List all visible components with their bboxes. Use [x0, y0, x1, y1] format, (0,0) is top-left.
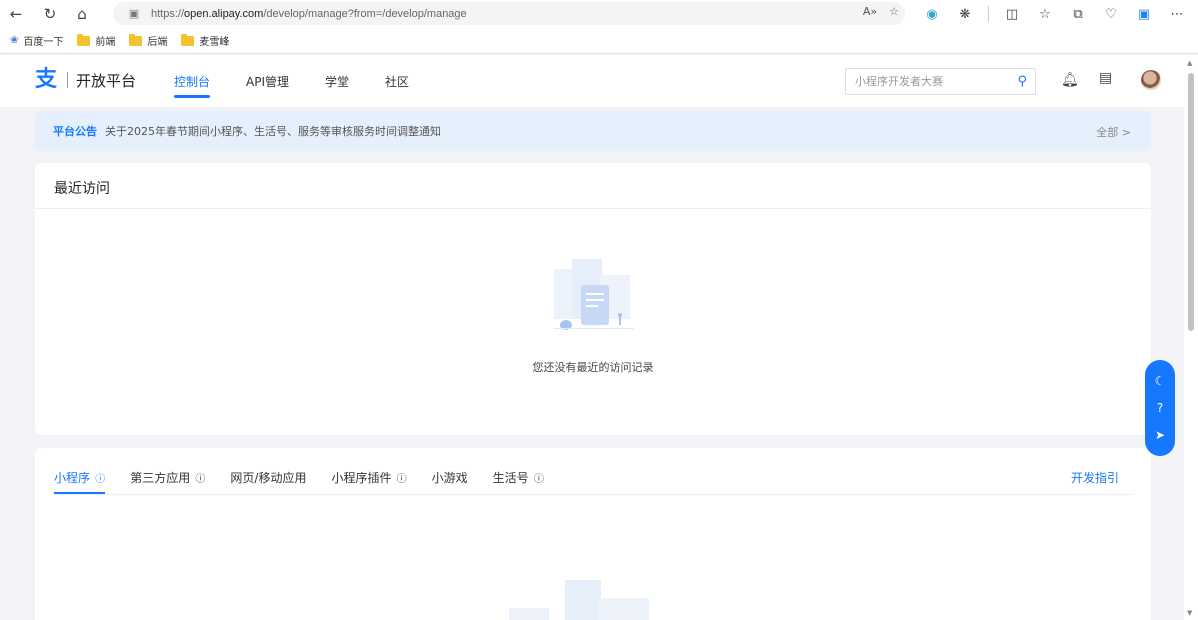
tab-life-account[interactable]: 生活号 ⓘ [493, 469, 544, 495]
search-input[interactable] [855, 75, 1015, 88]
copilot-icon[interactable]: ❋ [955, 4, 975, 24]
tab-third-party[interactable]: 第三方应用 ⓘ [130, 469, 205, 495]
more-icon[interactable]: ⋯ [1167, 4, 1187, 24]
paw-icon: ❀ [10, 35, 19, 46]
url-text[interactable]: https://open.alipay.com/develop/manage?f… [151, 8, 467, 20]
empty-state-icon [509, 580, 649, 620]
card-divider [35, 208, 1151, 209]
site-header: 支 开放平台 控制台 API管理 学堂 社区 ⚲ 🔔︎ ▤ [0, 55, 1184, 107]
announcement-bar[interactable]: 平台公告 关于2025年春节期间小程序、生活号、服务等审核服务时间调整通知 全部… [35, 111, 1151, 151]
refresh-icon[interactable]: ↻ [40, 4, 60, 24]
alipay-logo-icon[interactable]: 支 [35, 67, 59, 93]
announcement-text[interactable]: 关于2025年春节期间小程序、生活号、服务等审核服务时间调整通知 [105, 123, 441, 139]
announcement-tag: 平台公告 [53, 125, 97, 138]
nav-community[interactable]: 社区 [385, 73, 409, 99]
tab-web-mobile[interactable]: 网页/移动应用 [230, 469, 306, 495]
feedback-icon[interactable]: ➤ [1152, 427, 1168, 443]
nav-school[interactable]: 学堂 [325, 73, 349, 99]
back-icon[interactable]: ← [6, 4, 26, 24]
info-icon[interactable]: ⓘ [393, 474, 407, 485]
edge-icon[interactable]: ▣ [1134, 4, 1154, 24]
planet-icon[interactable]: ☾ [1152, 373, 1168, 389]
document-icon[interactable]: ▤ [1099, 70, 1115, 88]
app-tabs: 小程序 ⓘ 第三方应用 ⓘ 网页/移动应用 小程序插件 ⓘ 小游戏 生活号 ⓘ [54, 469, 569, 495]
lock-icon[interactable]: ▣ [127, 7, 141, 21]
tab-miniprogram[interactable]: 小程序 ⓘ [54, 469, 106, 495]
recent-visits-title: 最近访问 [54, 181, 110, 197]
tab-minigame[interactable]: 小游戏 [432, 469, 468, 495]
tabs-divider [54, 494, 1134, 495]
bookmarks-bar: ❀ 百度一下 前端 后端 麦雪峰 [0, 28, 1198, 54]
nav-console[interactable]: 控制台 [174, 73, 211, 99]
bell-icon[interactable]: 🔔︎ [1061, 72, 1079, 90]
extension-icon[interactable]: ◉ [922, 4, 942, 24]
page-content: 支 开放平台 控制台 API管理 学堂 社区 ⚲ 🔔︎ ▤ 平台公告 关于202… [0, 55, 1184, 620]
search-icon[interactable]: ⚲ [1017, 74, 1027, 89]
apps-card: 小程序 ⓘ 第三方应用 ⓘ 网页/移动应用 小程序插件 ⓘ 小游戏 生活号 ⓘ … [35, 448, 1151, 620]
bookmark-baidu[interactable]: ❀ 百度一下 [10, 33, 63, 48]
bookmark-maixuefeng[interactable]: 麦雪峰 [181, 33, 229, 48]
folder-icon [77, 33, 91, 46]
split-icon[interactable]: ◫ [1002, 4, 1022, 24]
scrollbar-thumb[interactable] [1188, 73, 1194, 331]
scrollbar[interactable]: ▲ ▼ [1184, 55, 1198, 620]
collections-icon[interactable]: ⧉ [1068, 4, 1088, 24]
bookmark-backend[interactable]: 后端 [129, 33, 167, 48]
empty-state-icon [554, 259, 634, 330]
scroll-down-icon[interactable]: ▼ [1187, 609, 1192, 617]
toolbar-divider [988, 6, 989, 22]
favorite-icon[interactable]: ☆ [889, 5, 899, 18]
floating-toolbar: ☾ ? ➤ [1145, 360, 1175, 456]
recent-visits-card: 最近访问 您还没有最近的访问记录 [35, 163, 1151, 435]
read-aloud-icon[interactable]: A» [863, 5, 877, 18]
info-icon[interactable]: ⓘ [192, 474, 205, 485]
empty-state-text: 您还没有最近的访问记录 [532, 361, 654, 374]
announcement-all-link[interactable]: 全部 > [1096, 124, 1131, 140]
search-box[interactable]: ⚲ [845, 68, 1036, 95]
folder-icon [129, 33, 143, 46]
browser-toolbar: ← ↻ ⌂ ▣ https://open.alipay.com/develop/… [0, 0, 1198, 28]
main-nav: 控制台 API管理 学堂 社区 [174, 73, 445, 99]
address-bar[interactable]: ▣ https://open.alipay.com/develop/manage… [113, 2, 905, 25]
dev-guide-link[interactable]: 开发指引 [1071, 469, 1119, 486]
tab-plugin[interactable]: 小程序插件 ⓘ [331, 469, 406, 495]
help-icon[interactable]: ? [1152, 400, 1168, 416]
logo-text[interactable]: 开放平台 [76, 70, 136, 91]
favorites-list-icon[interactable]: ☆ [1035, 4, 1055, 24]
home-icon[interactable]: ⌂ [72, 4, 92, 24]
info-icon[interactable]: ⓘ [531, 474, 544, 485]
bookmark-frontend[interactable]: 前端 [77, 33, 115, 48]
avatar[interactable] [1141, 70, 1161, 90]
scroll-up-icon[interactable]: ▲ [1187, 59, 1192, 67]
nav-api[interactable]: API管理 [246, 73, 289, 99]
logo-divider [67, 72, 68, 88]
info-icon[interactable]: ⓘ [92, 474, 105, 485]
performance-icon[interactable]: ♡ [1101, 4, 1121, 24]
folder-icon [181, 33, 195, 46]
